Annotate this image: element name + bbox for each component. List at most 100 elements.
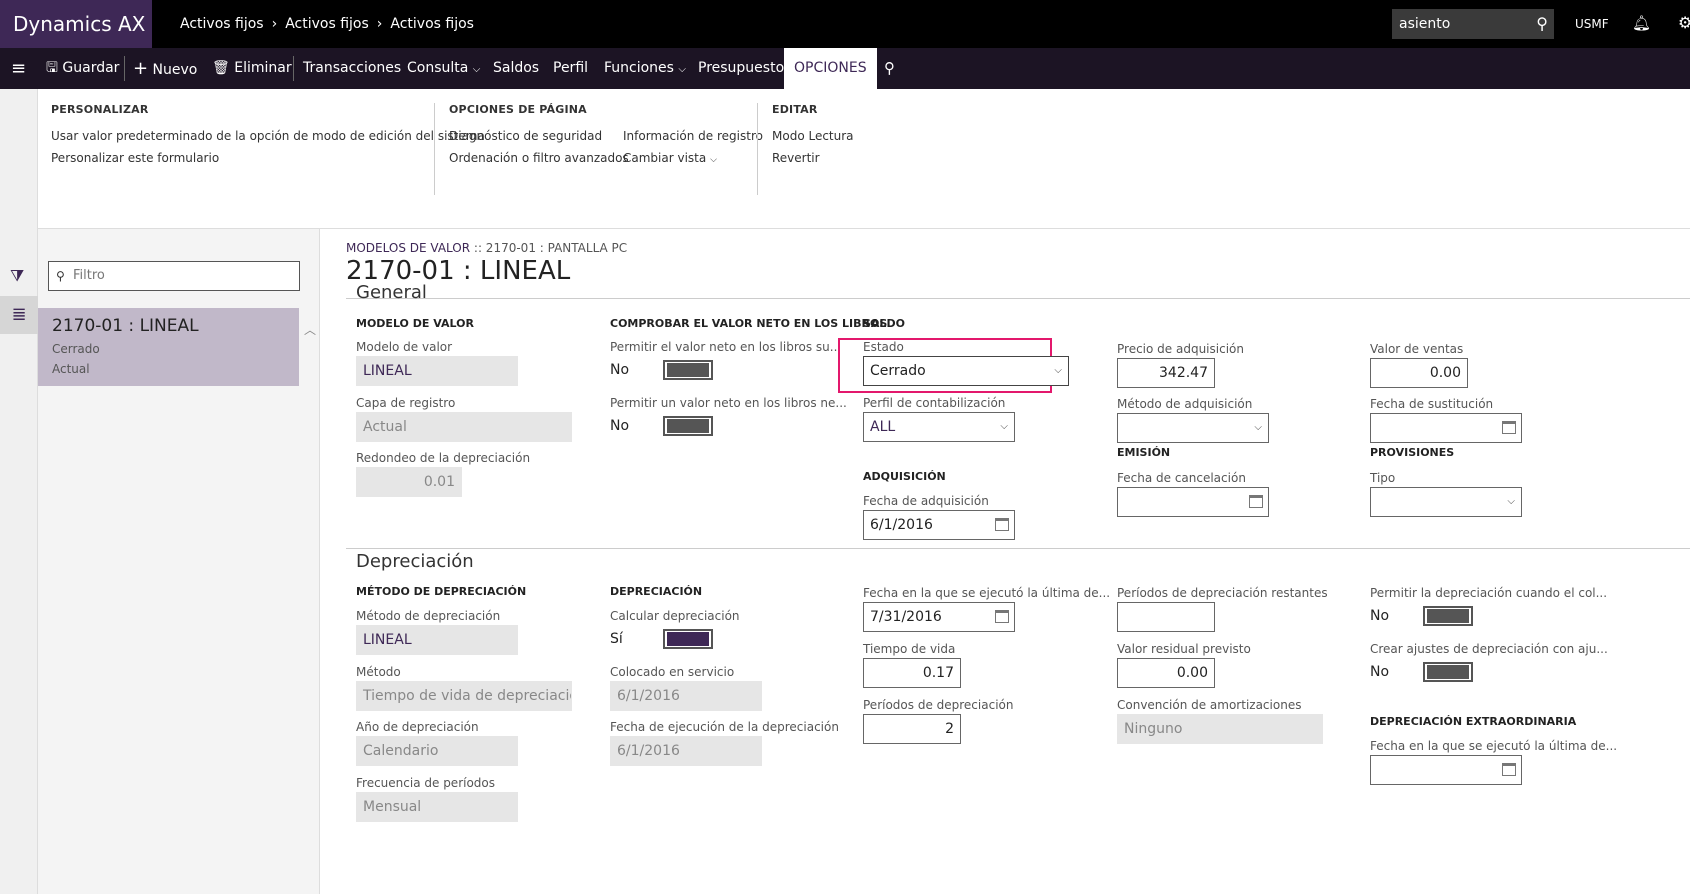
list-icon[interactable]: ≣ (0, 296, 38, 334)
calendar-icon[interactable] (995, 518, 1009, 531)
posting-layer-field[interactable]: Actual (356, 412, 572, 442)
depreciation-year-field[interactable]: Calendario (356, 736, 518, 766)
group-title: DEPRECIACIÓN EXTRAORDINARIA (1370, 715, 1577, 728)
remaining-periods-field[interactable] (1117, 602, 1215, 632)
residual-value-field[interactable]: 0.00 (1117, 658, 1215, 688)
caption-link[interactable]: MODELOS DE VALOR (346, 241, 470, 255)
filter-input[interactable]: ⚲ Filtro (48, 261, 300, 291)
tab-query[interactable]: Consulta ⌵ (407, 48, 480, 89)
depreciation-method-field[interactable]: LINEAL (356, 625, 518, 655)
revert-link[interactable]: Revertir (772, 147, 854, 169)
use-default-edit-mode-link[interactable]: Usar valor predeterminado de la opción d… (51, 125, 485, 147)
allow-net-book-negative-toggle[interactable] (663, 416, 713, 436)
app-title[interactable]: Dynamics AX (0, 0, 152, 48)
list-pane: ⚲ Filtro 2170-01 : LINEAL Cerrado Actual… (38, 229, 320, 894)
delete-label: Eliminar (234, 60, 292, 76)
calendar-icon[interactable] (995, 610, 1009, 623)
create-adjustments-toggle[interactable] (1423, 662, 1473, 682)
provision-type-dropdown[interactable]: ⌵ (1370, 487, 1522, 517)
caption-text: :: 2170-01 : PANTALLA PC (470, 241, 628, 255)
filter-icon[interactable]: ⧩ (10, 266, 24, 286)
chevron-down-icon: ⌵ (1000, 421, 1008, 432)
value-model-field[interactable]: LINEAL (356, 356, 518, 386)
method-field[interactable]: Tiempo de vida de depreciación... (356, 681, 572, 711)
posting-profile-dropdown[interactable]: ALL ⌵ (863, 412, 1015, 442)
hamburger-menu-icon[interactable]: ≡ (11, 48, 26, 89)
new-button[interactable]: + Nuevo (133, 48, 197, 89)
divider (346, 548, 1690, 549)
action-pane: ≡ 🖫︎ Guardar + Nuevo 🗑︎ Eliminar Transac… (0, 48, 1690, 89)
record-info-link[interactable]: Información de registro (623, 125, 763, 147)
breadcrumb-item[interactable]: Activos fijos (180, 16, 264, 32)
fasttab-depreciation[interactable]: Depreciación (356, 551, 474, 572)
chevron-down-icon: ⌵ (1507, 496, 1515, 507)
advanced-filter-link[interactable]: Ordenación o filtro avanzados (449, 147, 629, 169)
breadcrumb-separator-icon: › (376, 16, 383, 32)
toggle-value: Sí (610, 631, 623, 647)
acquisition-price-field[interactable]: 342.47 (1117, 358, 1215, 388)
list-item-title: 2170-01 : LINEAL (52, 316, 199, 336)
field-label: Calcular depreciación (610, 609, 740, 623)
list-item[interactable]: 2170-01 : LINEAL Cerrado Actual (38, 308, 299, 386)
divider (434, 103, 435, 195)
fasttab-general[interactable]: General (356, 282, 427, 303)
chevron-up-icon[interactable]: ︿ (304, 321, 316, 338)
field-label: Tipo (1370, 471, 1396, 485)
group-title: ADQUISICIÓN (863, 470, 946, 483)
toggle-knob (1427, 665, 1469, 679)
tab-profile[interactable]: Perfil (553, 48, 588, 89)
toggle-knob (667, 363, 709, 377)
acquisition-date-field[interactable]: 6/1/2016 (863, 510, 1015, 540)
field-label: Períodos de depreciación (863, 698, 1014, 712)
change-view-link[interactable]: Cambiar vista ⌵ (623, 147, 763, 169)
tab-options[interactable]: OPCIONES (784, 48, 877, 89)
group-title: MÉTODO DE DEPRECIACIÓN (356, 585, 527, 598)
depreciation-run-date-field[interactable]: 6/1/2016 (610, 736, 762, 766)
field-label: Convención de amortizaciones (1117, 698, 1302, 712)
period-frequency-field[interactable]: Mensual (356, 792, 518, 822)
calendar-icon[interactable] (1502, 421, 1516, 434)
bell-icon[interactable]: 🔔︎ (1632, 14, 1651, 32)
personalize-form-link[interactable]: Personalizar este formulario (51, 147, 485, 169)
delete-button[interactable]: 🗑︎ Eliminar (212, 48, 292, 89)
allow-depreciation-toggle[interactable] (1423, 606, 1473, 626)
last-depreciation-date-field[interactable]: 7/31/2016 (863, 602, 1015, 632)
security-diagnostics-link[interactable]: Diagnóstico de seguridad (449, 125, 629, 147)
search-icon[interactable]: ⚲ (884, 48, 895, 89)
tab-budget[interactable]: Presupuesto (698, 48, 784, 89)
placed-in-service-field[interactable]: 6/1/2016 (610, 681, 762, 711)
status-dropdown[interactable]: Cerrado ⌵ (863, 356, 1069, 386)
tab-balances[interactable]: Saldos (493, 48, 539, 89)
cancellation-date-field[interactable] (1117, 487, 1269, 517)
field-label: Tiempo de vida (863, 642, 956, 656)
replacement-date-field[interactable] (1370, 413, 1522, 443)
breadcrumb-item[interactable]: Activos fijos (390, 16, 474, 32)
company-picker[interactable]: USMF (1575, 0, 1609, 48)
allow-net-book-above-toggle[interactable] (663, 360, 713, 380)
calculate-depreciation-toggle[interactable] (663, 629, 713, 649)
gear-icon[interactable]: ⚙ (1678, 13, 1690, 32)
convention-field[interactable]: Ninguno (1117, 714, 1323, 744)
read-mode-link[interactable]: Modo Lectura (772, 125, 854, 147)
depreciation-rounding-field[interactable]: 0.01 (356, 467, 462, 497)
extraordinary-depreciation-date-field[interactable] (1370, 755, 1522, 785)
calendar-icon[interactable] (1502, 763, 1516, 776)
global-search-value: asiento (1399, 16, 1451, 32)
divider (346, 298, 1690, 299)
search-icon[interactable]: ⚲ (1536, 9, 1548, 39)
field-label: Método de adquisición (1117, 397, 1253, 411)
depreciation-periods-field[interactable]: 2 (863, 714, 961, 744)
tab-functions[interactable]: Funciones ⌵ (604, 48, 686, 89)
search-icon: ⚲ (56, 269, 65, 283)
breadcrumb-item[interactable]: Activos fijos (285, 16, 369, 32)
tab-transactions[interactable]: Transacciones (303, 48, 401, 89)
calendar-icon[interactable] (1249, 495, 1263, 508)
save-button[interactable]: 🖫︎ Guardar (46, 48, 119, 89)
service-life-field[interactable]: 0.17 (863, 658, 961, 688)
toggle-value: No (1370, 608, 1390, 624)
field-label: Fecha en la que se ejecutó la última de.… (863, 586, 1111, 600)
sales-value-field[interactable]: 0.00 (1370, 358, 1468, 388)
acquisition-method-dropdown[interactable]: ⌵ (1117, 413, 1269, 443)
left-rail: ⧩ ≣ (0, 89, 38, 894)
global-search-input[interactable]: asiento ⚲ (1392, 9, 1554, 39)
